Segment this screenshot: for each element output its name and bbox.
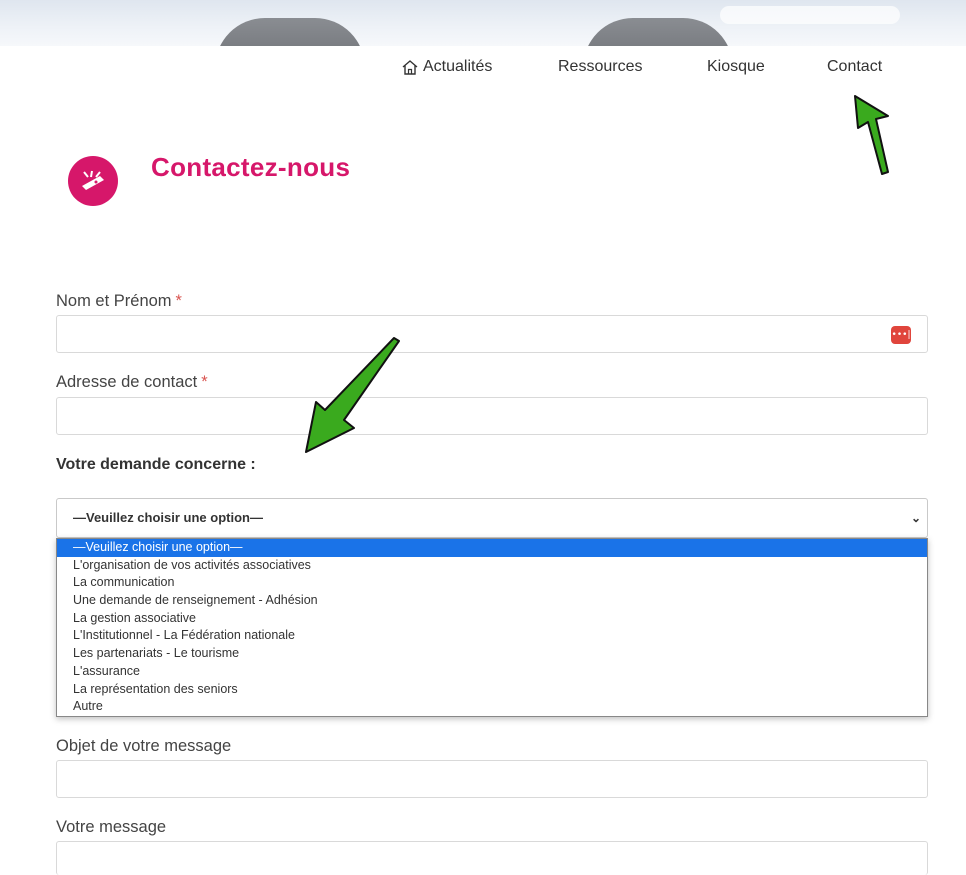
topic-option[interactable]: La gestion associative [57, 610, 927, 628]
subject-label: Objet de votre message [56, 737, 232, 755]
nav-label: Contact [827, 58, 883, 75]
email-input[interactable] [56, 397, 928, 435]
required-asterisk: * [201, 373, 208, 391]
topic-select[interactable]: —Veuillez choisir une option— ⌄ [56, 498, 928, 538]
message-textarea[interactable] [56, 841, 928, 875]
header-banner-image [0, 0, 966, 46]
topic-option[interactable]: Une demande de renseignement - Adhésion [57, 592, 927, 610]
banner-chair-shape [215, 18, 365, 46]
page-title: Contactez-nous [151, 152, 351, 182]
main-nav: Actualités Ressources Kiosque Contact [0, 58, 966, 78]
topic-option[interactable]: L'Institutionnel - La Fédération nationa… [57, 627, 927, 645]
nav-label: Actualités [423, 58, 493, 75]
name-label: Nom et Prénom * [56, 292, 182, 310]
email-label: Adresse de contact * [56, 373, 208, 391]
nav-item-contact[interactable]: Contact [827, 58, 882, 76]
nav-label: Kiosque [707, 58, 765, 75]
topic-option[interactable]: L'organisation de vos activités associat… [57, 557, 927, 575]
topic-option[interactable]: La représentation des seniors [57, 681, 927, 699]
nav-item-actualites[interactable]: Actualités [401, 58, 492, 76]
topic-option[interactable]: L'assurance [57, 663, 927, 681]
topic-option[interactable]: Les partenariats - Le tourisme [57, 645, 927, 663]
banner-chair-shape [583, 18, 733, 46]
password-manager-icon[interactable]: •••| [891, 326, 911, 344]
tool-logo-icon [68, 156, 118, 206]
topic-dropdown-list[interactable]: —Veuillez choisir une option— L'organisa… [56, 538, 928, 717]
chevron-down-icon: ⌄ [910, 511, 921, 525]
home-icon [402, 59, 418, 75]
annotation-arrow-contact [854, 95, 889, 175]
message-label: Votre message [56, 818, 167, 836]
topic-option[interactable]: Autre [57, 698, 927, 716]
nav-item-ressources[interactable]: Ressources [558, 58, 642, 76]
required-asterisk: * [175, 292, 182, 310]
topic-option[interactable]: La communication [57, 574, 927, 592]
nav-label: Ressources [558, 58, 643, 75]
topic-selected-value: —Veuillez choisir une option— [73, 510, 263, 525]
banner-glare [720, 6, 900, 24]
topic-option[interactable]: —Veuillez choisir une option— [57, 539, 927, 557]
nav-item-kiosque[interactable]: Kiosque [707, 58, 765, 76]
subject-input[interactable] [56, 760, 928, 798]
topic-label: Votre demande concerne : [56, 456, 256, 473]
name-input[interactable]: •••| [56, 315, 928, 353]
